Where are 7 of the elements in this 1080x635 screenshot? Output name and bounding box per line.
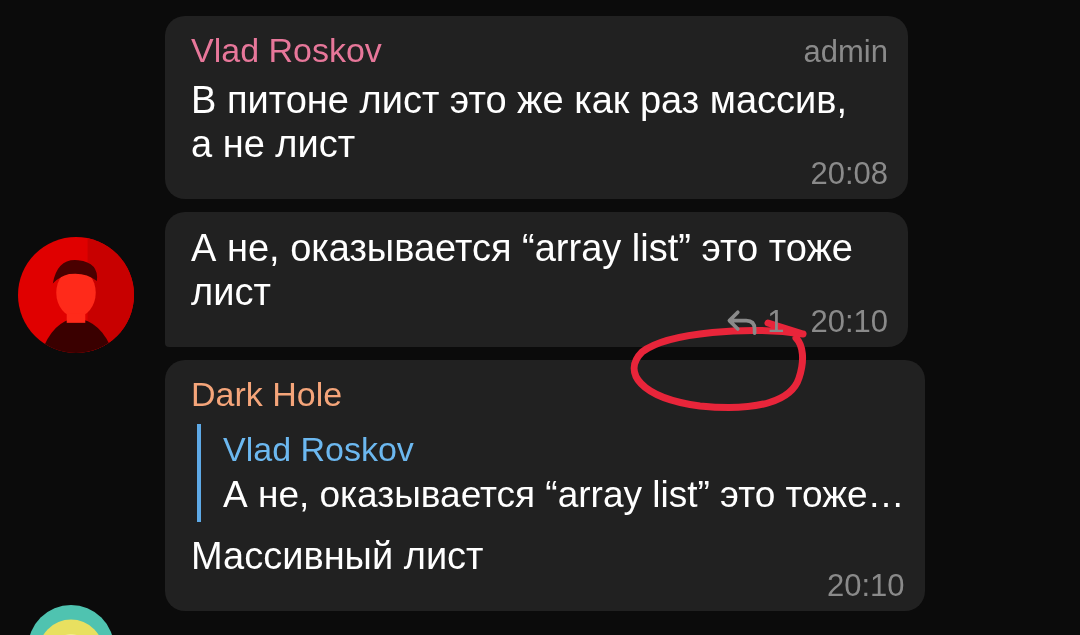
message-time: 20:10 — [826, 568, 905, 604]
reply-quote[interactable]: Vlad Roskov А не, оказывается “array list” это тоже… — [197, 424, 905, 522]
sender-name[interactable]: Dark Hole — [191, 374, 343, 414]
message-text: Массивный лист — [191, 534, 485, 578]
sender-name[interactable]: Vlad Roskov — [191, 30, 382, 70]
admin-label: admin — [803, 34, 888, 70]
message-time: 20:10 — [810, 304, 888, 340]
